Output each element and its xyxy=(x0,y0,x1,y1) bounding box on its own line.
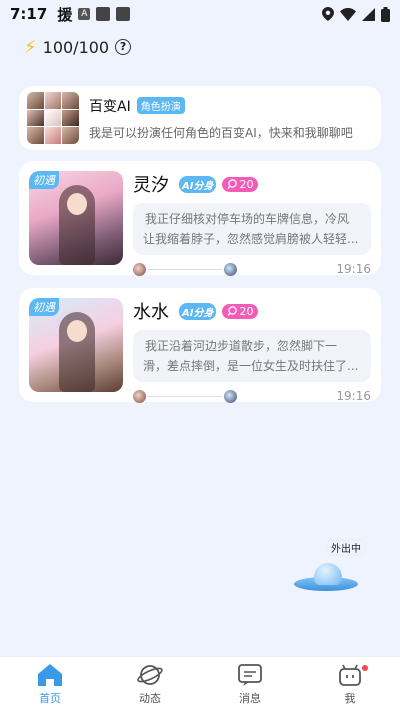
energy-value: 100/100 xyxy=(42,37,110,57)
ai-card-info: 百变AI 角色扮演 我是可以扮演任何角色的百变AI，快来和我聊聊吧 xyxy=(89,96,373,141)
character-portrait: 初遇 xyxy=(29,171,123,265)
message-count: 20 xyxy=(239,304,254,318)
character-header: 水水 AI分身 20 xyxy=(133,298,371,324)
status-time: 7:17 xyxy=(10,5,48,23)
character-body: 灵汐 AI分身 20 我正仔细核对停车场的车牌信息，冷风 让我缩着脖子，忽然感觉… xyxy=(133,171,371,276)
bottom-navigation: 首页 动态 消息 我 xyxy=(0,656,400,712)
message-count-badge: 20 xyxy=(222,303,259,319)
last-message-time: 19:16 xyxy=(336,262,371,276)
message-line-2: 滑，差点摔倒，是一位女生及时扶住了... xyxy=(143,359,359,373)
help-icon[interactable]: ? xyxy=(115,39,132,55)
user-mini-avatar xyxy=(224,389,237,403)
last-message-preview: 我正仔细核对停车场的车牌信息，冷风 让我缩着脖子，忽然感觉肩膀被人轻轻... xyxy=(133,203,371,255)
ai-avatar-collage xyxy=(27,92,79,144)
message-icon xyxy=(238,664,262,686)
ai-card-name: 百变AI xyxy=(89,98,131,115)
chat-bubble-icon xyxy=(227,179,238,189)
first-meet-tag: 初遇 xyxy=(29,171,59,189)
ufo-outing-icon[interactable] xyxy=(294,563,358,593)
character-portrait: 初遇 xyxy=(29,298,123,392)
lightning-icon: ⚡ xyxy=(24,36,37,58)
square-notification-icon xyxy=(96,7,111,21)
signal-icon xyxy=(362,7,375,21)
ai-roleplay-card[interactable]: 百变AI 角色扮演 我是可以扮演任何角色的百变AI，快来和我聊聊吧 xyxy=(19,86,381,150)
character-mini-avatar xyxy=(133,389,146,403)
character-name: 水水 xyxy=(133,302,169,323)
connection-line xyxy=(148,395,222,397)
character-mini-avatar xyxy=(133,262,146,276)
last-message-preview: 我正沿着河边步道散步，忽然脚下一 滑，差点摔倒，是一位女生及时扶住了... xyxy=(133,330,371,382)
status-left-icons: 援 A xyxy=(57,4,131,25)
role-play-badge: 角色扮演 xyxy=(136,97,185,114)
character-card[interactable]: 初遇 灵汐 AI分身 20 我正仔细核对停车场的车牌信息，冷风 让我缩着脖子，忽… xyxy=(19,161,381,276)
connection-line xyxy=(148,268,222,270)
location-icon xyxy=(322,7,334,21)
app-notification-icon: 援 xyxy=(57,5,73,24)
robot-icon xyxy=(339,664,361,686)
status-bar: 7:17 援 A xyxy=(0,0,400,28)
ai-card-title-row: 百变AI 角色扮演 xyxy=(89,96,373,116)
message-line-2: 让我缩着脖子，忽然感觉肩膀被人轻轻... xyxy=(143,232,359,246)
nav-me[interactable]: 我 xyxy=(300,657,400,712)
chat-bubble-icon xyxy=(227,306,238,316)
first-meet-tag: 初遇 xyxy=(29,298,59,316)
ai-card-description: 我是可以扮演任何角色的百变AI，快来和我聊聊吧 xyxy=(89,125,353,140)
notification-dot xyxy=(362,665,368,671)
message-count: 20 xyxy=(239,177,254,191)
battery-icon xyxy=(381,6,390,22)
home-icon xyxy=(38,664,62,686)
outing-status-label: 外出中 xyxy=(326,539,366,556)
ai-clone-badge: AI分身 xyxy=(179,302,217,320)
character-card[interactable]: 初遇 水水 AI分身 20 我正沿着河边步道散步，忽然脚下一 滑，差点摔倒，是一… xyxy=(19,288,381,403)
status-right-icons xyxy=(322,6,390,22)
nav-feed[interactable]: 动态 xyxy=(100,657,200,712)
nav-label-me: 我 xyxy=(344,692,356,705)
nav-home[interactable]: 首页 xyxy=(0,657,100,712)
message-line-1: 我正沿着河边步道散步，忽然脚下一 xyxy=(145,339,338,353)
user-mini-avatar xyxy=(224,262,237,276)
nav-label-messages: 消息 xyxy=(239,692,261,705)
message-line-1: 我正仔细核对停车场的车牌信息，冷风 xyxy=(145,212,350,226)
character-footer: 19:16 xyxy=(133,388,371,404)
character-header: 灵汐 AI分身 20 xyxy=(133,171,371,197)
nav-label-home: 首页 xyxy=(39,692,61,705)
character-body: 水水 AI分身 20 我正沿着河边步道散步，忽然脚下一 滑，差点摔倒，是一位女生… xyxy=(133,298,371,403)
ai-clone-badge: AI分身 xyxy=(179,175,217,193)
square-notification-icon-2 xyxy=(116,7,131,21)
nav-messages[interactable]: 消息 xyxy=(200,657,300,712)
nav-label-feed: 动态 xyxy=(139,692,161,705)
character-name: 灵汐 xyxy=(133,175,169,196)
energy-counter: ⚡ 100/100 ? xyxy=(24,36,132,58)
last-message-time: 19:16 xyxy=(336,389,371,403)
a-notification-icon: A xyxy=(78,8,91,20)
character-footer: 19:16 xyxy=(133,261,371,277)
planet-icon xyxy=(137,665,163,685)
wifi-icon xyxy=(340,7,356,21)
message-count-badge: 20 xyxy=(222,176,259,192)
